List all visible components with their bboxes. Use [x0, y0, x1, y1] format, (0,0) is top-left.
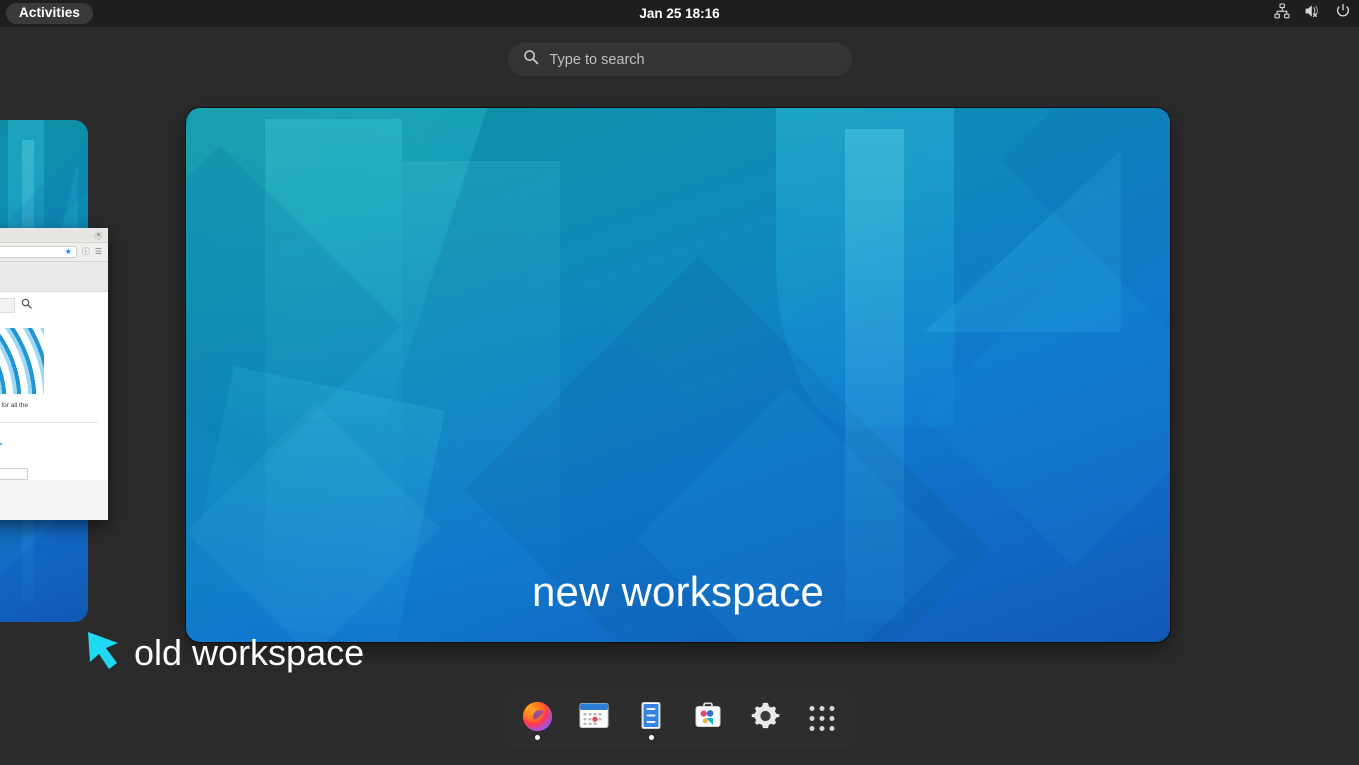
running-indicator — [648, 735, 654, 740]
article-body-text: is available now. Read announcement for … — [0, 401, 98, 410]
running-indicator — [534, 735, 540, 740]
site-social-links: ■ ◉ ◎ ∿ — [0, 262, 108, 292]
arrow-up-left-icon — [84, 626, 132, 679]
dash-item-software[interactable] — [688, 695, 728, 741]
top-bar: Activities Jan 25 18:16 — [0, 0, 1359, 27]
files-icon — [636, 700, 667, 736]
dash-item-calendar[interactable] — [574, 695, 614, 741]
calendar-icon — [579, 700, 610, 736]
shield-icon[interactable]: ⓘ — [82, 248, 90, 256]
wallpaper-active — [186, 108, 1170, 642]
workspace-thumbnail-active[interactable]: new workspace — [186, 108, 1170, 642]
clock-area: Jan 25 18:16 — [0, 0, 1359, 27]
app-grid-icon — [809, 705, 835, 731]
dash-item-files[interactable] — [631, 695, 671, 741]
star-icon[interactable]: ★ — [65, 248, 72, 256]
close-icon[interactable]: × — [94, 231, 103, 240]
search-input[interactable]: Type to search — [507, 43, 852, 76]
firefox-url-bar[interactable]: ★ — [0, 246, 77, 258]
firefox-page-content: Linux 35 is available now. Read announce… — [0, 318, 108, 480]
dash — [503, 687, 856, 749]
email-field[interactable] — [0, 468, 28, 480]
show-applications-button[interactable] — [802, 695, 842, 741]
site-search-row: Magazine — [0, 292, 108, 318]
search-icon[interactable] — [21, 298, 32, 312]
subscribers-text: subscribers — [0, 453, 98, 460]
search-placeholder-label: Type to search — [549, 51, 645, 68]
dash-item-settings[interactable] — [745, 695, 785, 741]
gear-icon — [749, 700, 781, 737]
article-hero-image: Linux 35 — [0, 328, 44, 394]
site-search-input[interactable]: Magazine — [0, 297, 15, 313]
gnome-activities-overview: Activities Jan 25 18:16 Type to search ×… — [0, 0, 1359, 765]
power-icon — [1335, 3, 1351, 24]
software-icon — [693, 700, 724, 736]
activities-button[interactable]: Activities — [6, 3, 94, 24]
divider — [0, 422, 98, 423]
search-icon — [523, 49, 539, 70]
window-preview-firefox[interactable]: × ★ ⓘ ☰ ■ ◉ ◎ ∿ Magazine — [0, 228, 108, 520]
firefox-icon — [520, 699, 554, 738]
firefox-navigation-bar: ★ ⓘ ☰ — [0, 243, 108, 262]
clock-label[interactable]: Jan 25 18:16 — [639, 6, 719, 21]
sidebar-heading: FEDORA MAGAZINE VIA — [0, 434, 98, 440]
dash-item-firefox[interactable] — [517, 695, 557, 741]
network-wired-icon — [1274, 3, 1290, 24]
hamburger-icon[interactable]: ☰ — [95, 248, 102, 256]
firefox-titlebar: × — [0, 228, 108, 243]
system-status-area[interactable] — [1274, 0, 1351, 27]
heading-underline — [0, 443, 2, 445]
volume-muted-icon — [1304, 3, 1321, 24]
article-body-part2: for all the — [1, 402, 29, 409]
search-container: Type to search — [507, 43, 852, 76]
